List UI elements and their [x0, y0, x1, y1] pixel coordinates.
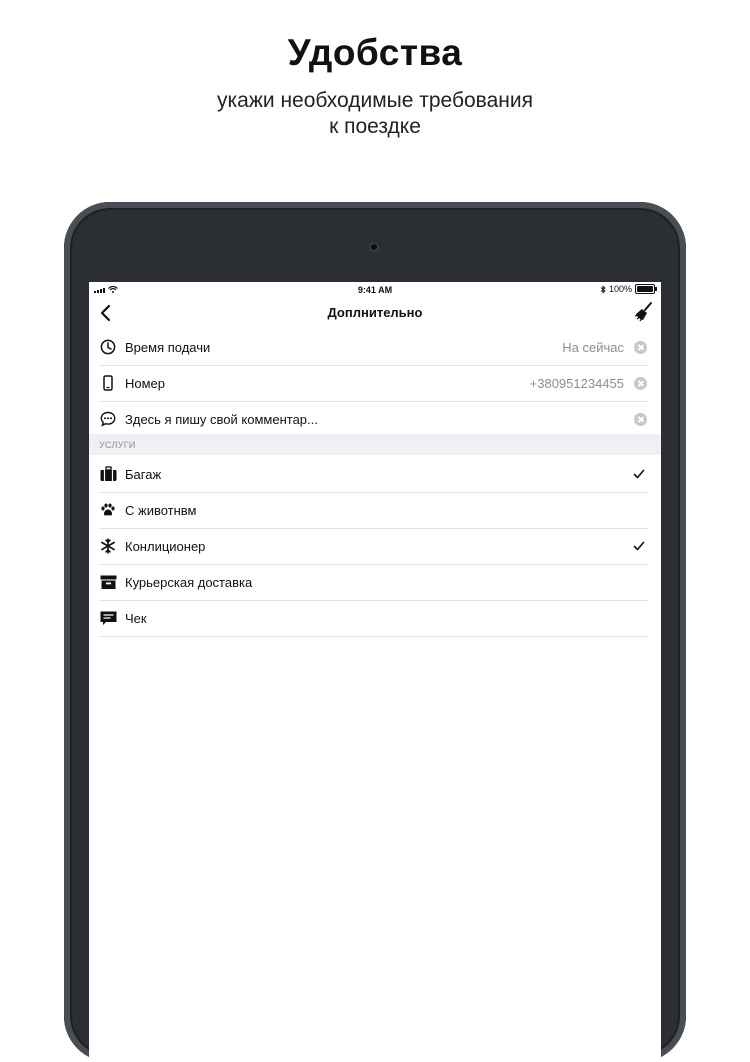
- front-camera: [369, 242, 379, 252]
- broom-icon: [634, 302, 652, 322]
- battery-icon: [635, 284, 657, 294]
- services-header-label: УСЛУГИ: [99, 440, 136, 450]
- status-right: 100%: [600, 284, 657, 294]
- app-screen: 9:41 AM 100% Доплнительно Время подачи Н…: [89, 282, 661, 1062]
- comment-icon: [99, 410, 117, 428]
- pickup-time-value: На сейчас: [562, 339, 624, 355]
- service-item-luggage[interactable]: Багаж: [99, 456, 648, 493]
- clear-phone-number-button[interactable]: [634, 376, 647, 390]
- bluetooth-icon: [600, 284, 606, 294]
- clear-all-button[interactable]: [633, 301, 655, 323]
- phone-number-label: Номер: [125, 375, 166, 391]
- comment-text: Здесь я пишу свой комментар...: [125, 411, 318, 427]
- promo-title: Удобства: [287, 32, 463, 73]
- service-label-luggage: Багаж: [125, 466, 162, 482]
- screen-title: Доплнительно: [327, 305, 423, 320]
- luggage-icon: [99, 465, 117, 483]
- paw-icon: [99, 501, 117, 519]
- receipt-icon: [99, 609, 117, 627]
- clock-icon: [99, 338, 117, 356]
- phone-number-value: +380951234455: [529, 375, 624, 391]
- pickup-time-row[interactable]: Время подачи На сейчас: [99, 329, 648, 366]
- service-item-receipt[interactable]: Чек: [99, 600, 648, 637]
- service-label-courier-delivery: Курьерская доставка: [125, 574, 253, 590]
- battery-percent: 100%: [608, 284, 632, 294]
- clear-comment-button[interactable]: [634, 412, 647, 426]
- phone-icon: [99, 374, 117, 392]
- service-item-courier-delivery[interactable]: Курьерская доставка: [99, 564, 648, 601]
- snowflake-icon: [99, 537, 117, 555]
- promo-subtitle-line-1: укажи необходимые требования: [217, 89, 533, 112]
- service-item-air-conditioner[interactable]: Конлиционер: [99, 528, 648, 565]
- promo-subtitle: укажи необходимые требования к поездке: [0, 88, 750, 140]
- status-time: 9:41 AM: [357, 285, 393, 295]
- comment-row[interactable]: Здесь я пишу свой комментар...: [99, 401, 648, 438]
- services-section-header: УСЛУГИ: [89, 434, 661, 455]
- box-icon: [99, 573, 117, 591]
- service-item-pets[interactable]: С животнвм: [99, 492, 648, 529]
- checkmark-icon: [633, 469, 645, 479]
- phone-number-row[interactable]: Номер +380951234455: [99, 365, 648, 402]
- navigation-bar: Доплнительно: [89, 298, 661, 328]
- pickup-time-label: Время подачи: [125, 339, 211, 355]
- service-label-receipt: Чек: [125, 610, 147, 626]
- clear-pickup-time-button[interactable]: [634, 340, 647, 354]
- promo-subtitle-line-2: к поездке: [329, 115, 421, 138]
- tablet-frame: 9:41 AM 100% Доплнительно Время подачи Н…: [64, 202, 686, 1062]
- checkmark-icon: [633, 541, 645, 551]
- status-bar: 9:41 AM 100%: [89, 282, 661, 298]
- service-label-air-conditioner: Конлиционер: [125, 538, 206, 554]
- service-label-pets: С животнвм: [125, 502, 197, 518]
